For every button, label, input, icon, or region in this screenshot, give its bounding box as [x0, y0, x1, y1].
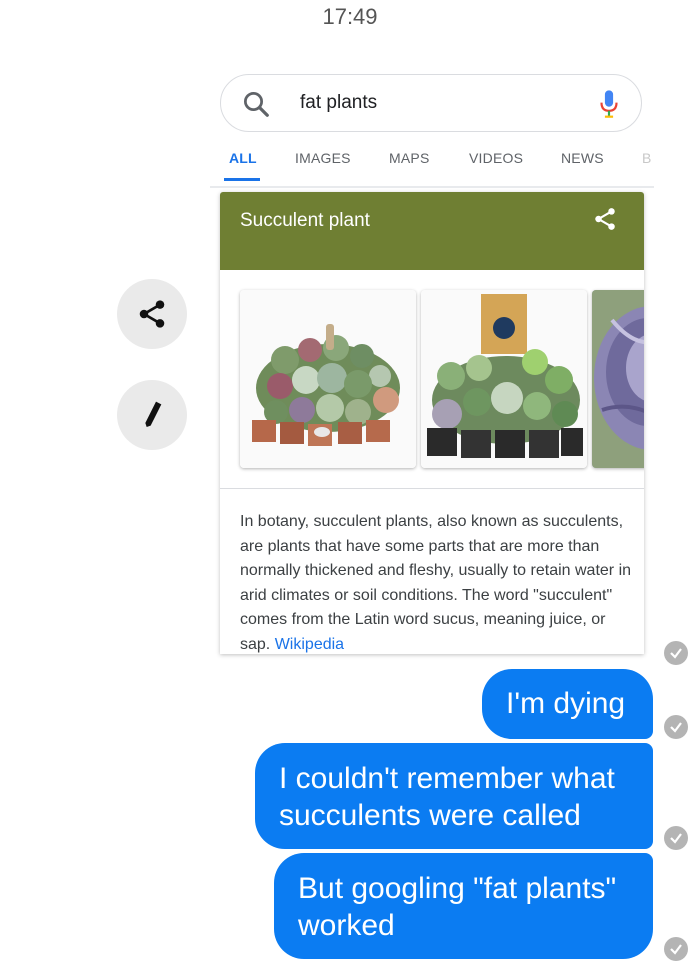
- knowledge-card: Succulent plant In botany, succulent pla…: [220, 192, 644, 654]
- delivered-check-icon: [664, 937, 688, 961]
- pencil-icon: [145, 401, 162, 427]
- succulent-image-2[interactable]: [421, 290, 587, 468]
- search-tabs: ALL IMAGES MAPS VIDEOS NEWS B: [210, 140, 654, 188]
- tab-maps[interactable]: MAPS: [389, 150, 429, 166]
- wikipedia-link[interactable]: Wikipedia: [275, 636, 344, 653]
- description-text: In botany, succulent plants, also known …: [240, 513, 632, 653]
- delivered-check-icon: [664, 641, 688, 665]
- succulent-image-3[interactable]: [592, 290, 644, 468]
- succulent-image-1[interactable]: [240, 290, 416, 468]
- microphone-icon[interactable]: [599, 89, 619, 119]
- tab-news[interactable]: NEWS: [561, 150, 604, 166]
- message-bubble[interactable]: I'm dying: [482, 669, 653, 739]
- share-button[interactable]: [117, 279, 187, 349]
- search-query[interactable]: fat plants: [300, 92, 377, 114]
- card-description: In botany, succulent plants, also known …: [240, 510, 636, 654]
- tab-videos[interactable]: VIDEOS: [469, 150, 523, 166]
- tab-images[interactable]: IMAGES: [295, 150, 351, 166]
- active-tab-indicator: [224, 178, 260, 181]
- search-bar[interactable]: fat plants: [220, 74, 642, 132]
- message-bubble[interactable]: But googling "fat plants" worked: [274, 853, 653, 959]
- share-icon: [139, 300, 165, 328]
- delivered-check-icon: [664, 715, 688, 739]
- delivered-check-icon: [664, 826, 688, 850]
- status-time: 17:49: [322, 4, 378, 29]
- card-divider: [220, 488, 644, 489]
- share-icon[interactable]: [592, 206, 618, 232]
- tab-more[interactable]: B: [642, 150, 652, 166]
- card-header: Succulent plant: [220, 192, 644, 270]
- search-icon[interactable]: [241, 89, 271, 119]
- message-bubble[interactable]: I couldn't remember what succulents were…: [255, 743, 653, 849]
- card-title[interactable]: Succulent plant: [240, 210, 370, 232]
- edit-button[interactable]: [117, 380, 187, 450]
- tab-all[interactable]: ALL: [229, 150, 257, 166]
